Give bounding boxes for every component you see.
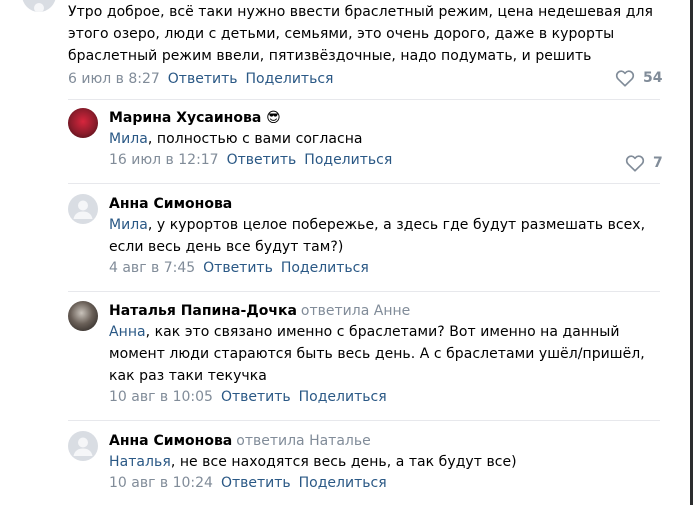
reply: Марина Хусаинова 😎 Мила, полностью с вам…	[68, 108, 660, 178]
share-button[interactable]: Поделиться	[304, 150, 392, 170]
replied-to-label[interactable]: ответила Анне	[301, 303, 410, 319]
share-button[interactable]: Поделиться	[299, 387, 387, 407]
user-silhouette-icon	[73, 437, 93, 456]
reply: Наталья Папина-Дочка ответила Анне Анна, …	[68, 301, 660, 416]
sunglasses-emoji: 😎	[266, 110, 281, 126]
comment-meta: 10 авг в 10:24 Ответить Поделиться	[109, 473, 659, 493]
user-silhouette-icon	[73, 200, 93, 219]
comment-date[interactable]: 4 авг в 7:45	[109, 258, 195, 278]
reply-button[interactable]: Ответить	[221, 473, 291, 493]
like-count: 7	[653, 155, 663, 171]
share-button[interactable]: Поделиться	[281, 258, 369, 278]
reply: Анна Симонова Мила, у курортов целое поб…	[68, 194, 660, 286]
mention-link[interactable]: Наталья	[109, 454, 171, 470]
reply-button[interactable]: Ответить	[168, 69, 238, 89]
comment-date[interactable]: 6 июл в 8:27	[68, 69, 160, 89]
avatar[interactable]	[68, 431, 98, 461]
reply: Анна Симонова ответила Наталье Наталья, н…	[68, 431, 660, 501]
comment-meta: 16 июл в 12:17 Ответить Поделиться	[109, 150, 659, 170]
comment-text: Наталья, не все находятся весь день, а т…	[109, 454, 517, 470]
mention-link[interactable]: Мила	[109, 131, 148, 147]
share-button[interactable]: Поделиться	[245, 69, 333, 89]
comment-text: Мила, у курортов целое побережье, а здес…	[109, 217, 646, 255]
like-button[interactable]: 7	[625, 154, 663, 172]
avatar[interactable]	[22, 0, 56, 12]
divider	[68, 183, 660, 184]
divider	[68, 420, 660, 421]
author-name[interactable]: Наталья Папина-Дочка ответила Анне	[109, 301, 659, 321]
like-button[interactable]: 54	[615, 69, 662, 87]
comment-meta: 6 июл в 8:27 Ответить Поделиться	[68, 69, 668, 89]
comment-date[interactable]: 16 июл в 12:17	[109, 150, 219, 170]
replied-to-label[interactable]: ответила Наталье	[236, 433, 370, 449]
heart-outline-icon	[625, 155, 645, 172]
comment-meta: 4 авг в 7:45 Ответить Поделиться	[109, 258, 659, 278]
comment: Утро доброе, всё таки нужно ввести брасл…	[68, 1, 668, 89]
reply-button[interactable]: Ответить	[221, 387, 291, 407]
comment-meta: 10 авг в 10:05 Ответить Поделиться	[109, 387, 659, 407]
divider	[68, 291, 660, 292]
divider	[68, 99, 660, 100]
author-name[interactable]: Анна Симонова ответила Наталье	[109, 431, 659, 451]
like-count: 54	[643, 70, 663, 86]
comment-text: Анна, как это связано именно с браслетам…	[109, 324, 645, 384]
avatar[interactable]	[68, 108, 98, 138]
mention-link[interactable]: Мила	[109, 217, 148, 233]
comment-text: Утро доброе, всё таки нужно ввести брасл…	[68, 4, 653, 64]
author-name[interactable]: Марина Хусаинова 😎	[109, 108, 659, 128]
reply-button[interactable]: Ответить	[203, 258, 273, 278]
user-silhouette-icon	[34, 3, 44, 12]
share-button[interactable]: Поделиться	[299, 473, 387, 493]
avatar[interactable]	[68, 194, 98, 224]
comment-text: Мила, полностью с вами согласна	[109, 131, 363, 147]
comment-date[interactable]: 10 авг в 10:24	[109, 473, 213, 493]
comment-date[interactable]: 10 авг в 10:05	[109, 387, 213, 407]
author-name[interactable]: Анна Симонова	[109, 194, 659, 214]
mention-link[interactable]: Анна	[109, 324, 146, 340]
reply-button[interactable]: Ответить	[227, 150, 297, 170]
heart-outline-icon	[615, 70, 635, 87]
avatar[interactable]	[68, 301, 98, 331]
